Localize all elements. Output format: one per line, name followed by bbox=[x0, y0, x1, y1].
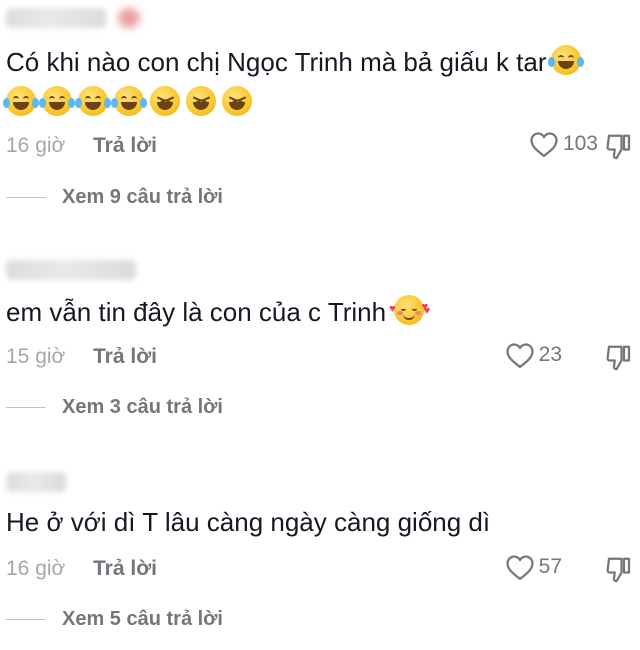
comment-timestamp: 16 giờ bbox=[6, 557, 66, 580]
thumbs-down-icon[interactable] bbox=[604, 555, 634, 585]
laughing-face-icon bbox=[186, 86, 216, 116]
view-replies-button[interactable]: Xem 9 câu trả lời bbox=[6, 186, 223, 209]
blurred-username bbox=[6, 472, 66, 492]
comment-text: em vẫn tin đây là con của c Trinh ♥ ♥ ♥ bbox=[6, 295, 431, 327]
laughing-face-icon bbox=[222, 86, 252, 116]
laughing-face-icon bbox=[150, 86, 180, 116]
like-count: 23 bbox=[538, 343, 562, 366]
like-button[interactable]: 23 bbox=[505, 341, 562, 369]
comment-timestamp: 16 giờ bbox=[6, 134, 66, 157]
thumbs-down-icon[interactable] bbox=[604, 132, 634, 162]
face-with-tears-of-joy-icon bbox=[111, 86, 147, 116]
blurred-username bbox=[6, 260, 136, 280]
face-with-tears-of-joy-icon bbox=[39, 86, 75, 116]
comment-text: Có khi nào con chị Ngọc Trinh mà bả giấu… bbox=[6, 42, 600, 82]
emoji-row bbox=[3, 86, 252, 116]
like-button[interactable]: 57 bbox=[505, 553, 562, 581]
divider bbox=[6, 407, 46, 408]
reply-button[interactable]: Trả lời bbox=[93, 134, 157, 158]
like-button[interactable]: 103 bbox=[529, 130, 598, 158]
comment-text: He ở với dì T lâu càng ngày càng giống d… bbox=[6, 507, 491, 537]
like-count: 57 bbox=[538, 555, 562, 578]
divider bbox=[6, 197, 46, 198]
like-count: 103 bbox=[562, 132, 598, 155]
heart-outline-icon bbox=[506, 343, 534, 369]
divider bbox=[6, 619, 46, 620]
comment-item: Có khi nào con chị Ngọc Trinh mà bả giấu… bbox=[0, 0, 640, 220]
heart-outline-icon bbox=[530, 132, 558, 158]
view-replies-label: Xem 5 câu trả lời bbox=[62, 608, 223, 630]
thumbs-down-icon[interactable] bbox=[604, 343, 634, 373]
blurred-badge bbox=[118, 8, 140, 28]
face-with-tears-of-joy-icon bbox=[3, 86, 39, 116]
comment-item: He ở với dì T lâu càng ngày càng giống d… bbox=[0, 460, 640, 650]
view-replies-label: Xem 3 câu trả lời bbox=[62, 396, 223, 418]
reply-button[interactable]: Trả lời bbox=[93, 557, 157, 581]
face-with-tears-of-joy-icon bbox=[75, 86, 111, 116]
face-with-tears-of-joy-icon bbox=[547, 45, 584, 75]
view-replies-label: Xem 9 câu trả lời bbox=[62, 186, 223, 208]
heart-outline-icon bbox=[506, 555, 534, 581]
view-replies-button[interactable]: Xem 5 câu trả lời bbox=[6, 608, 223, 631]
comment-item: em vẫn tin đây là con của c Trinh ♥ ♥ ♥ 15 … bbox=[0, 250, 640, 430]
view-replies-button[interactable]: Xem 3 câu trả lời bbox=[6, 396, 223, 419]
smiling-face-with-hearts-icon: ♥ ♥ ♥ bbox=[389, 295, 430, 325]
comment-timestamp: 15 giờ bbox=[6, 345, 66, 368]
reply-button[interactable]: Trả lời bbox=[93, 345, 157, 369]
blurred-username bbox=[6, 8, 106, 28]
